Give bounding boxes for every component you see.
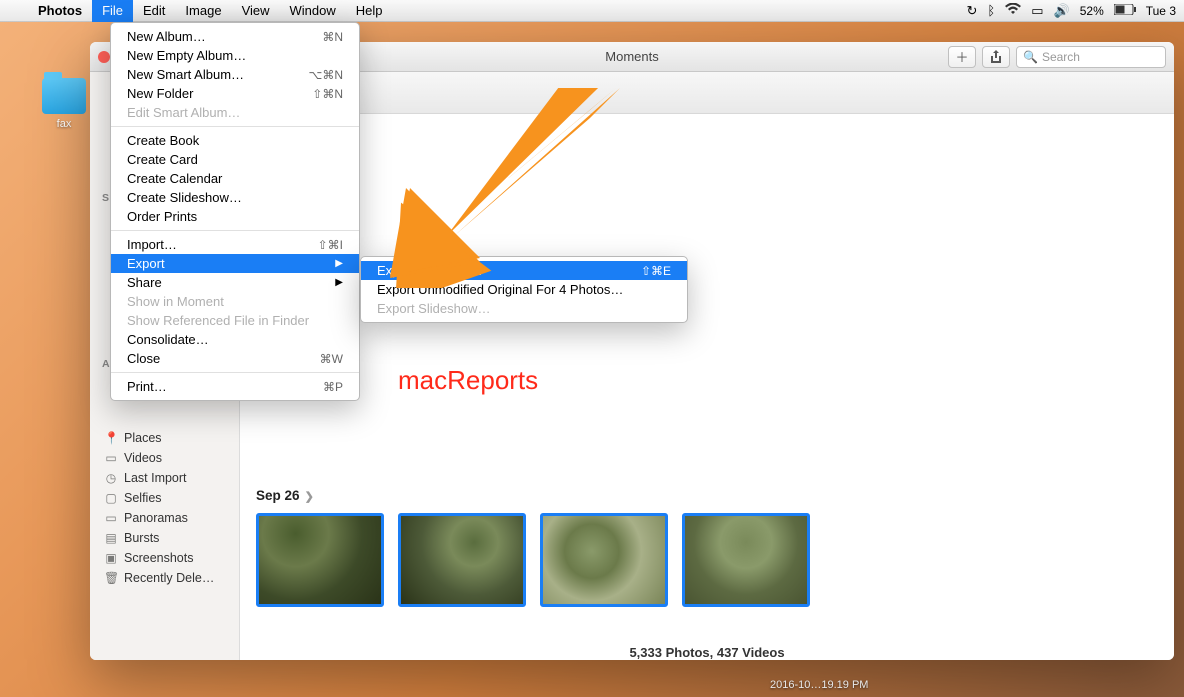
- menu-item[interactable]: Create Card: [111, 150, 359, 169]
- status-main: 5,333 Photos, 437 Videos: [240, 645, 1174, 660]
- panorama-icon: ▭: [104, 511, 118, 525]
- sidebar-item-panoramas[interactable]: ▭Panoramas: [90, 508, 239, 528]
- sidebar-item-recently-deleted[interactable]: 🗑Recently Dele…: [90, 568, 239, 588]
- sidebar-item-places[interactable]: 📍Places: [90, 428, 239, 448]
- folder-label: fax: [40, 118, 88, 130]
- menu-item[interactable]: New Album…⌘N: [111, 27, 359, 46]
- thumbnail-row: [240, 513, 1174, 607]
- file-menu-dropdown: New Album…⌘NNew Empty Album…New Smart Al…: [110, 22, 360, 401]
- menu-item[interactable]: Create Calendar: [111, 169, 359, 188]
- sidebar-item-last-import[interactable]: ◷Last Import: [90, 468, 239, 488]
- menu-item[interactable]: Create Slideshow…: [111, 188, 359, 207]
- wifi-icon[interactable]: [1005, 3, 1021, 18]
- battery-percent[interactable]: 52%: [1080, 4, 1104, 18]
- search-icon: 🔍: [1023, 50, 1038, 64]
- menu-item[interactable]: Create Book: [111, 131, 359, 150]
- folder-icon: [42, 78, 86, 114]
- menu-item: Edit Smart Album…: [111, 103, 359, 122]
- menu-item[interactable]: Import…⇧⌘I: [111, 235, 359, 254]
- photo-thumbnail[interactable]: [256, 513, 384, 607]
- desktop-folder[interactable]: fax: [40, 78, 88, 130]
- content-toolbar: [240, 72, 1174, 114]
- volume-icon[interactable]: 🔊: [1054, 3, 1070, 19]
- pin-icon: 📍: [104, 431, 118, 445]
- clock-icon: ◷: [104, 471, 118, 485]
- menu-item[interactable]: New Empty Album…: [111, 46, 359, 65]
- chevron-right-icon: ▶: [335, 258, 343, 269]
- airplay-icon[interactable]: ▭: [1031, 3, 1043, 19]
- submenu-item: Export Slideshow…: [361, 299, 687, 318]
- menu-item: Show Referenced File in Finder: [111, 311, 359, 330]
- library-status: 5,333 Photos, 437 Videos Updated Just No…: [240, 645, 1174, 660]
- clock-time[interactable]: Tue 3: [1146, 4, 1176, 18]
- search-input[interactable]: 🔍 Search: [1016, 46, 1166, 68]
- menu-separator: [111, 126, 359, 127]
- menu-help[interactable]: Help: [346, 0, 393, 22]
- add-button[interactable]: ＋: [948, 46, 976, 68]
- share-button[interactable]: [982, 46, 1010, 68]
- menu-separator: [111, 230, 359, 231]
- menu-item: Show in Moment: [111, 292, 359, 311]
- sidebar-item-selfies[interactable]: ▢Selfies: [90, 488, 239, 508]
- menu-edit[interactable]: Edit: [133, 0, 175, 22]
- photo-thumbnail[interactable]: [398, 513, 526, 607]
- burst-icon: ▤: [104, 531, 118, 545]
- sidebar-item-screenshots[interactable]: ▣Screenshots: [90, 548, 239, 568]
- watermark-text: macReports: [398, 365, 538, 396]
- dock-file-caption: 2016-10…19.19 PM: [770, 679, 868, 691]
- menu-window[interactable]: Window: [280, 0, 346, 22]
- system-menubar: Photos File Edit Image View Window Help …: [0, 0, 1184, 22]
- chevron-right-icon: ▶: [335, 277, 343, 288]
- sidebar-item-bursts[interactable]: ▤Bursts: [90, 528, 239, 548]
- screenshot-icon: ▣: [104, 551, 118, 565]
- moment-date-header[interactable]: Sep 26 ❯: [240, 474, 1174, 513]
- battery-icon[interactable]: [1114, 3, 1136, 18]
- menu-separator: [111, 372, 359, 373]
- menu-item[interactable]: Share▶: [111, 273, 359, 292]
- export-submenu: Export 4 Photos…⇧⌘EExport Unmodified Ori…: [360, 256, 688, 323]
- trash-icon: 🗑: [104, 571, 118, 585]
- bluetooth-icon[interactable]: ᛒ: [987, 3, 995, 18]
- photo-thumbnail[interactable]: [682, 513, 810, 607]
- menu-image[interactable]: Image: [175, 0, 231, 22]
- menu-view[interactable]: View: [232, 0, 280, 22]
- content-area: Sep 26 ❯ 5,333 Photos, 437 Videos Update…: [240, 72, 1174, 660]
- menu-item[interactable]: New Folder⇧⌘N: [111, 84, 359, 103]
- window-close-button[interactable]: [98, 51, 110, 63]
- camera-icon: ▢: [104, 491, 118, 505]
- chevron-right-icon: ❯: [302, 491, 314, 503]
- app-name[interactable]: Photos: [28, 3, 92, 18]
- menu-item[interactable]: Export▶: [111, 254, 359, 273]
- menu-item[interactable]: Print…⌘P: [111, 377, 359, 396]
- submenu-item[interactable]: Export Unmodified Original For 4 Photos…: [361, 280, 687, 299]
- menu-item[interactable]: Close⌘W: [111, 349, 359, 368]
- submenu-item[interactable]: Export 4 Photos…⇧⌘E: [361, 261, 687, 280]
- sidebar-item-videos[interactable]: ▭Videos: [90, 448, 239, 468]
- photo-thumbnail[interactable]: [540, 513, 668, 607]
- search-placeholder: Search: [1042, 50, 1080, 64]
- menu-file[interactable]: File: [92, 0, 133, 22]
- video-icon: ▭: [104, 451, 118, 465]
- menu-item[interactable]: Order Prints: [111, 207, 359, 226]
- menu-item[interactable]: Consolidate…: [111, 330, 359, 349]
- timemachine-icon[interactable]: ↻: [967, 3, 978, 19]
- menu-item[interactable]: New Smart Album…⌥⌘N: [111, 65, 359, 84]
